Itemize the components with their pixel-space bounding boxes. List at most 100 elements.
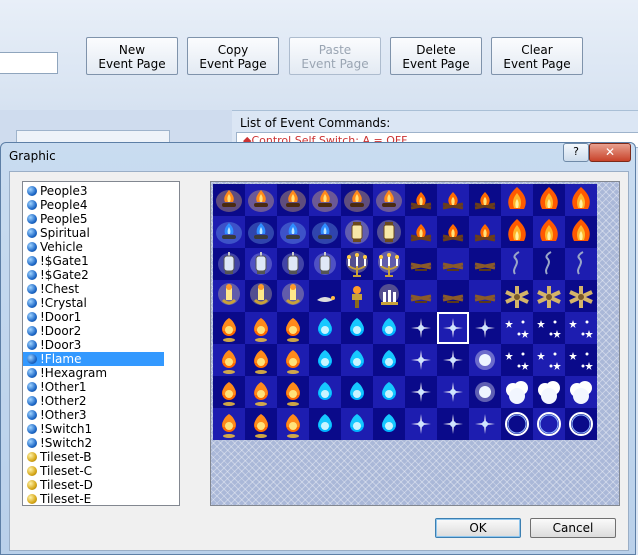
candelabra-sprite-icon[interactable]: [373, 248, 405, 280]
smoke-sprite-icon[interactable]: [565, 248, 597, 280]
stars-sprite-icon[interactable]: [565, 344, 597, 376]
torch-blue-sprite-icon[interactable]: [213, 216, 245, 248]
sparkle-sprite-icon[interactable]: [437, 344, 469, 376]
sparkle-sprite-icon[interactable]: [405, 408, 437, 440]
sconce-sprite-icon[interactable]: [277, 280, 309, 312]
smoke-sprite-icon[interactable]: [501, 248, 533, 280]
fireball-sprite-icon[interactable]: [213, 376, 245, 408]
cancel-button[interactable]: Cancel: [530, 518, 616, 538]
list-item[interactable]: !Other2: [23, 394, 164, 408]
fireball-sprite-icon[interactable]: [245, 344, 277, 376]
ok-button[interactable]: OK: [435, 518, 521, 538]
copy-event-page-button[interactable]: Copy Event Page: [187, 37, 279, 75]
candles-sprite-icon[interactable]: [373, 280, 405, 312]
big-flame-sprite-icon[interactable]: [501, 216, 533, 248]
sparkle-sprite-icon[interactable]: [405, 312, 437, 344]
bluefire-sprite-icon[interactable]: [341, 344, 373, 376]
campfire-sprite-icon[interactable]: [469, 184, 501, 216]
sconce-sprite-icon[interactable]: [245, 280, 277, 312]
big-flame-sprite-icon[interactable]: [533, 184, 565, 216]
sprite-sheet[interactable]: [213, 184, 597, 440]
stars-sprite-icon[interactable]: [565, 312, 597, 344]
sparkle-sprite-icon[interactable]: [437, 376, 469, 408]
bluefire-sprite-icon[interactable]: [341, 408, 373, 440]
big-flame-sprite-icon[interactable]: [501, 184, 533, 216]
fireball-sprite-icon[interactable]: [277, 376, 309, 408]
big-flame-sprite-icon[interactable]: [565, 216, 597, 248]
list-item[interactable]: !Door2: [23, 324, 164, 338]
lamp-sprite-icon[interactable]: [309, 248, 341, 280]
torch-orange-sprite-icon[interactable]: [277, 184, 309, 216]
sconce-sprite-icon[interactable]: [213, 280, 245, 312]
fireball-sprite-icon[interactable]: [213, 408, 245, 440]
help-button[interactable]: ?: [563, 143, 589, 162]
campfire-sprite-icon[interactable]: [469, 216, 501, 248]
list-item[interactable]: !Flame: [23, 352, 164, 366]
campfire-sprite-icon[interactable]: [437, 184, 469, 216]
bluefire-sprite-icon[interactable]: [373, 408, 405, 440]
torch-blue-sprite-icon[interactable]: [245, 216, 277, 248]
ring-sprite-icon[interactable]: [501, 408, 533, 440]
list-item[interactable]: !Other1: [23, 380, 164, 394]
sparkle-sprite-icon[interactable]: [405, 376, 437, 408]
graphic-file-list[interactable]: People3 People4 People5 Spiritual Vehicle !$G…: [22, 181, 180, 506]
lamp-sprite-icon[interactable]: [245, 248, 277, 280]
logs-sprite-icon[interactable]: [437, 248, 469, 280]
lamp-sprite-icon[interactable]: [277, 248, 309, 280]
fireball-sprite-icon[interactable]: [277, 408, 309, 440]
smoke-sprite-icon[interactable]: [533, 248, 565, 280]
torch-orange-sprite-icon[interactable]: [309, 184, 341, 216]
list-item[interactable]: Tileset-D: [23, 478, 164, 492]
bluefire-sprite-icon[interactable]: [373, 376, 405, 408]
list-item[interactable]: Vehicle: [23, 240, 164, 254]
fireball-sprite-icon[interactable]: [277, 344, 309, 376]
list-item[interactable]: !Door3: [23, 338, 164, 352]
big-flame-sprite-icon[interactable]: [565, 184, 597, 216]
sparkle-sprite-icon[interactable]: [437, 408, 469, 440]
stars-sprite-icon[interactable]: [501, 312, 533, 344]
list-item[interactable]: Tileset-C: [23, 464, 164, 478]
list-item[interactable]: !Switch2: [23, 436, 164, 450]
delete-event-page-button[interactable]: Delete Event Page: [390, 37, 482, 75]
big-flame-sprite-icon[interactable]: [533, 216, 565, 248]
new-event-page-button[interactable]: New Event Page: [86, 37, 178, 75]
ring-sprite-icon[interactable]: [533, 408, 565, 440]
list-item[interactable]: !Door1: [23, 310, 164, 324]
clear-event-page-button[interactable]: Clear Event Page: [491, 37, 583, 75]
list-item[interactable]: People4: [23, 198, 164, 212]
campfire-sprite-icon[interactable]: [405, 184, 437, 216]
bluefire-sprite-icon[interactable]: [373, 344, 405, 376]
cloud-sprite-icon[interactable]: [565, 376, 597, 408]
torch-orange-sprite-icon[interactable]: [213, 184, 245, 216]
list-item[interactable]: !Chest: [23, 282, 164, 296]
list-item[interactable]: People5: [23, 212, 164, 226]
glow-sprite-icon[interactable]: [469, 344, 501, 376]
bluefire-sprite-icon[interactable]: [341, 312, 373, 344]
lantern-sprite-icon[interactable]: [341, 216, 373, 248]
logs-sprite-icon[interactable]: [469, 248, 501, 280]
torch-orange-sprite-icon[interactable]: [373, 184, 405, 216]
glow-sprite-icon[interactable]: [469, 376, 501, 408]
stick-bundle-sprite-icon[interactable]: [501, 280, 533, 312]
paste-event-page-button[interactable]: Paste Event Page: [289, 37, 381, 75]
sparkle-sprite-icon[interactable]: [405, 344, 437, 376]
torch-orange-sprite-icon[interactable]: [245, 184, 277, 216]
torch-orange-sprite-icon[interactable]: [341, 184, 373, 216]
bluefire-sprite-icon[interactable]: [309, 312, 341, 344]
graphic-preview[interactable]: [210, 181, 620, 506]
list-scrollbar[interactable]: ▲ ▼: [179, 182, 180, 505]
logs-sprite-icon[interactable]: [437, 280, 469, 312]
cloud-sprite-icon[interactable]: [501, 376, 533, 408]
logs-sprite-icon[interactable]: [405, 280, 437, 312]
list-item[interactable]: !Crystal: [23, 296, 164, 310]
list-item[interactable]: !Hexagram: [23, 366, 164, 380]
list-item[interactable]: Spiritual: [23, 226, 164, 240]
fireball-sprite-icon[interactable]: [245, 376, 277, 408]
lamp-oil-sprite-icon[interactable]: [309, 280, 341, 312]
list-item[interactable]: !$Gate2: [23, 268, 164, 282]
cloud-sprite-icon[interactable]: [533, 376, 565, 408]
lantern-sprite-icon[interactable]: [373, 216, 405, 248]
logs-sprite-icon[interactable]: [469, 280, 501, 312]
bluefire-sprite-icon[interactable]: [341, 376, 373, 408]
logs-sprite-icon[interactable]: [405, 248, 437, 280]
